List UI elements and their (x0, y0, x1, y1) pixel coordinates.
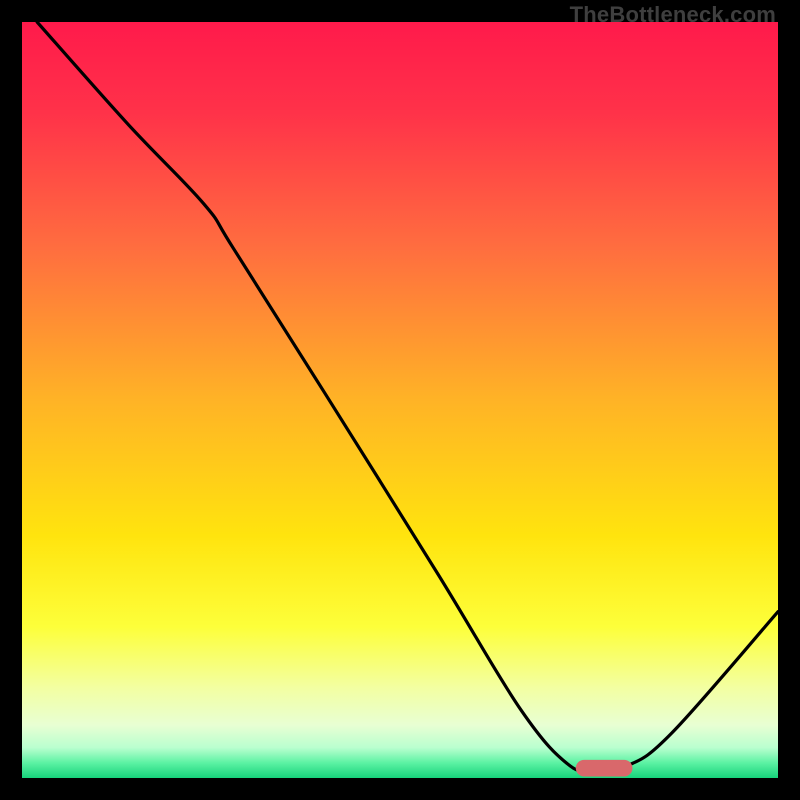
optimal-marker (576, 760, 633, 777)
chart-frame (22, 22, 778, 778)
bottleneck-curve-chart (22, 22, 778, 778)
chart-background-gradient (22, 22, 778, 778)
